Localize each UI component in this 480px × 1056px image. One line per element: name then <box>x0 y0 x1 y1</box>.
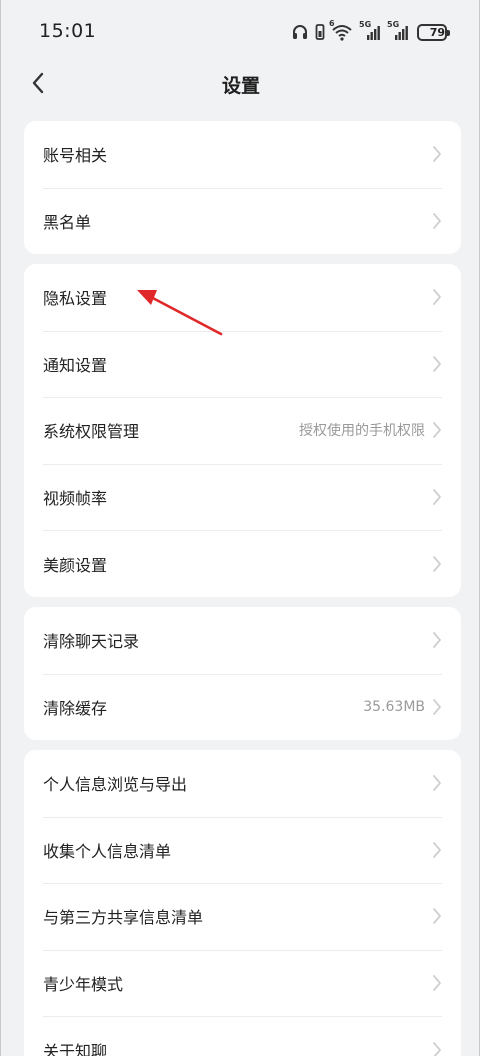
settings-item-label: 隐私设置 <box>43 289 108 309</box>
settings-item-value: 35.63MB <box>363 698 425 715</box>
settings-item-label: 青少年模式 <box>43 975 124 995</box>
settings-item-account[interactable]: 账号相关 <box>24 121 461 188</box>
chevron-right-icon <box>433 489 441 505</box>
chevron-right-icon <box>433 555 441 572</box>
settings-item-label: 清除聊天记录 <box>43 632 140 652</box>
chevron-right-icon <box>433 422 441 439</box>
settings-item-info-collection[interactable]: 收集个人信息清单 <box>24 816 461 884</box>
settings-item-info-export[interactable]: 个人信息浏览与导出 <box>24 750 461 817</box>
signal-5g-icon: 5G <box>359 20 381 41</box>
chevron-right-icon <box>433 146 441 163</box>
settings-item-privacy[interactable]: 隐私设置 <box>24 264 461 331</box>
settings-item-label: 美颜设置 <box>43 555 108 575</box>
settings-group-storage: 清除聊天记录 清除缓存 35.63MB <box>24 607 461 740</box>
battery-level: 79 <box>429 25 445 39</box>
settings-item-label: 通知设置 <box>43 355 108 375</box>
settings-item-label: 黑名单 <box>43 212 92 232</box>
settings-item-blacklist[interactable]: 黑名单 <box>24 187 461 254</box>
settings-item-third-party[interactable]: 与第三方共享信息清单 <box>24 883 461 950</box>
settings-item-beauty[interactable]: 美颜设置 <box>24 530 461 597</box>
settings-group-account: 账号相关 黑名单 <box>24 121 461 254</box>
chevron-right-icon <box>433 1041 441 1056</box>
settings-item-label: 与第三方共享信息清单 <box>43 908 204 928</box>
vibrate-icon <box>315 23 325 41</box>
settings-item-frame-rate[interactable]: 视频帧率 <box>24 463 461 531</box>
chevron-right-icon <box>433 632 441 649</box>
chevron-right-icon <box>433 975 441 991</box>
settings-item-label: 视频帧率 <box>43 489 108 509</box>
header: 设置 <box>1 64 479 104</box>
headphones-icon <box>291 23 309 41</box>
page-title: 设置 <box>221 75 260 97</box>
status-time: 15:01 <box>39 20 97 42</box>
chevron-right-icon <box>433 908 441 925</box>
settings-item-youth-mode[interactable]: 青少年模式 <box>24 949 461 1017</box>
chevron-right-icon <box>433 841 441 858</box>
chevron-right-icon <box>433 289 441 306</box>
settings-item-clear-chat[interactable]: 清除聊天记录 <box>24 607 461 674</box>
settings-item-label: 关于知聊 <box>43 1041 108 1056</box>
status-icons: 6 5G 5G 79 <box>291 19 450 43</box>
settings-item-label: 收集个人信息清单 <box>43 841 172 861</box>
wifi-badge: 6 <box>329 19 335 28</box>
chevron-right-icon <box>433 212 441 229</box>
settings-group-personal-info: 个人信息浏览与导出 收集个人信息清单 与第三方共享信息清单 青少年模式 关于知聊 <box>24 750 461 1056</box>
signal-5g-icon: 5G <box>387 20 409 41</box>
settings-item-label: 系统权限管理 <box>43 422 140 442</box>
wifi-icon: 6 <box>329 19 353 41</box>
chevron-right-icon <box>433 698 441 715</box>
chevron-right-icon <box>433 775 441 792</box>
battery-icon: 79 <box>417 23 450 41</box>
status-bar: 15:01 6 5G 5G 79 <box>1 0 479 64</box>
signal-5g-label: 5G <box>387 20 400 29</box>
settings-item-about[interactable]: 关于知聊 <box>24 1016 461 1056</box>
settings-screen: 15:01 6 5G 5G 79 设置 账号相关 黑名单 隐私设置 通知设置 系… <box>0 0 480 1056</box>
settings-item-notification[interactable]: 通知设置 <box>24 330 461 398</box>
settings-group-privacy: 隐私设置 通知设置 系统权限管理 授权使用的手机权限 视频帧率 美颜设置 <box>24 264 461 597</box>
settings-item-clear-cache[interactable]: 清除缓存 35.63MB <box>24 673 461 740</box>
chevron-right-icon <box>433 355 441 372</box>
settings-item-label: 账号相关 <box>43 146 108 166</box>
settings-item-value: 授权使用的手机权限 <box>299 423 425 440</box>
settings-item-label: 个人信息浏览与导出 <box>43 775 188 795</box>
settings-item-permissions[interactable]: 系统权限管理 授权使用的手机权限 <box>24 397 461 464</box>
settings-item-label: 清除缓存 <box>43 698 108 718</box>
signal-5g-label: 5G <box>359 20 372 29</box>
